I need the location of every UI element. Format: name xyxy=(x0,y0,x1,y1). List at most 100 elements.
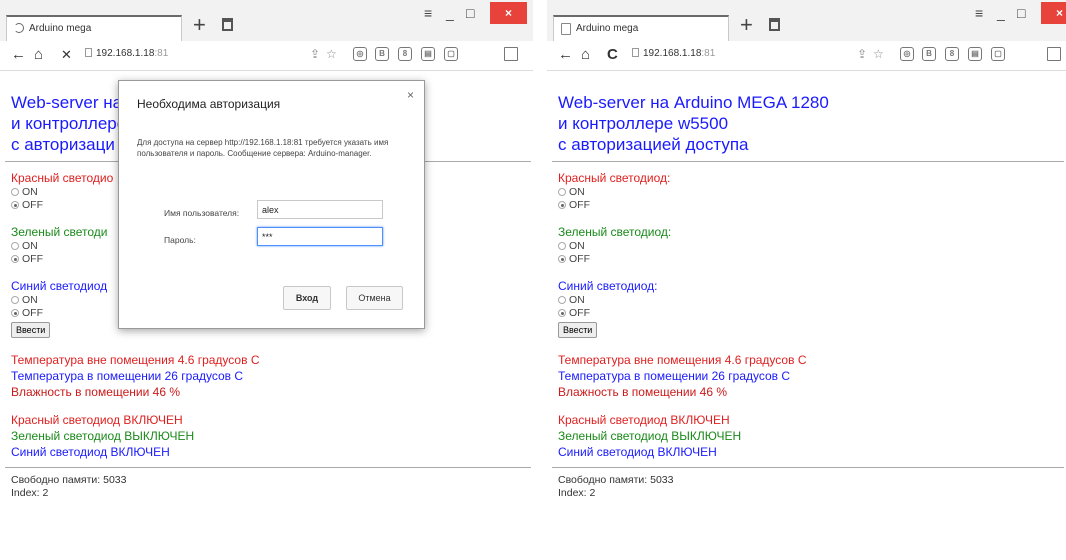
page-title-line: и контроллере w5500 xyxy=(558,114,729,133)
indoor-humidity: Влажность в помещении 46 % xyxy=(11,385,181,399)
radio-checked-icon[interactable] xyxy=(11,255,19,263)
sensor-readings: Температура вне помещения 4.6 градусов С… xyxy=(558,352,1058,400)
radio-checked-icon[interactable] xyxy=(558,255,566,263)
submit-button[interactable]: Ввести xyxy=(11,322,51,338)
radio-label: ON xyxy=(569,240,585,252)
login-button[interactable]: Вход xyxy=(283,286,331,310)
maximize-icon[interactable]: □ xyxy=(466,3,474,23)
blue-led-status: Синий светодиод ВКЛЮЧЕН xyxy=(11,445,170,459)
extension-icon[interactable]: 8 xyxy=(945,47,959,61)
radio-checked-icon[interactable] xyxy=(558,201,566,209)
menu-icon[interactable]: ≡ xyxy=(975,3,983,23)
green-led-status: Зеленый светодиод ВЫКЛЮЧЕН xyxy=(11,429,195,443)
radio-off[interactable]: OFF xyxy=(558,307,1058,320)
dialog-message: Для доступа на сервер http://192.168.1.1… xyxy=(137,138,389,158)
extension-icon[interactable]: ◎ xyxy=(353,47,367,61)
free-memory: Свободно памяти: 5033 xyxy=(558,474,674,486)
extension-icon[interactable]: ▢ xyxy=(444,47,458,61)
extension-icon[interactable]: ▤ xyxy=(421,47,435,61)
browser-tab[interactable]: Arduino mega xyxy=(553,15,729,41)
title-bar: Arduino mega + ≡ _ □ × xyxy=(547,0,1066,41)
index-value: Index: 2 xyxy=(558,487,596,499)
star-icon[interactable]: ☆ xyxy=(326,47,337,61)
divider xyxy=(552,467,1064,468)
maximize-icon[interactable]: □ xyxy=(1017,3,1025,23)
password-field[interactable] xyxy=(257,227,383,246)
username-field[interactable] xyxy=(257,200,383,219)
radio-label: ON xyxy=(22,294,38,306)
reload-icon[interactable]: C xyxy=(607,46,618,64)
tab-title: Arduino mega xyxy=(29,23,92,34)
home-icon[interactable]: ⌂ xyxy=(34,46,43,64)
home-icon[interactable]: ⌂ xyxy=(581,46,590,64)
radio-label: ON xyxy=(569,294,585,306)
radio-on[interactable]: ON xyxy=(558,186,1058,199)
led-status: Красный светодиод ВКЛЮЧЕН Зеленый светод… xyxy=(558,412,1058,460)
password-label: Пароль: xyxy=(164,235,196,245)
radio-icon[interactable] xyxy=(558,242,566,250)
radio-icon[interactable] xyxy=(558,188,566,196)
radio-icon[interactable] xyxy=(11,242,19,250)
close-icon[interactable]: × xyxy=(490,2,527,24)
tab-list-icon[interactable] xyxy=(769,18,780,31)
tab-list-icon[interactable] xyxy=(222,18,233,31)
radio-icon[interactable] xyxy=(11,188,19,196)
extension-b-icon[interactable]: B xyxy=(922,47,936,61)
extension-icon[interactable]: ◎ xyxy=(900,47,914,61)
chat-icon[interactable] xyxy=(1047,47,1061,61)
dialog-close-icon[interactable]: × xyxy=(407,88,414,102)
blue-led-label: Синий светодиод: xyxy=(558,279,658,293)
translate-icon[interactable]: ⇪ xyxy=(310,47,320,61)
red-led-label: Красный светодиод: xyxy=(558,171,671,185)
radio-label: OFF xyxy=(569,199,590,211)
dialog-title: Необходима авторизация xyxy=(137,97,281,111)
new-tab-icon[interactable]: + xyxy=(740,14,753,36)
submit-button[interactable]: Ввести xyxy=(558,322,598,338)
radio-label: ON xyxy=(569,186,585,198)
stop-icon[interactable]: ✕ xyxy=(61,46,72,64)
radio-checked-icon[interactable] xyxy=(558,309,566,317)
translate-icon[interactable]: ⇪ xyxy=(857,47,867,61)
radio-label: OFF xyxy=(569,307,590,319)
address-bar[interactable]: 192.168.1.18:81 xyxy=(85,48,168,59)
radio-on[interactable]: ON xyxy=(558,294,1058,307)
browser-window-right: Arduino mega + ≡ _ □ × ← ⌂ C 192.168.1.1… xyxy=(547,0,1066,560)
extension-icon[interactable]: ▤ xyxy=(968,47,982,61)
chat-icon[interactable] xyxy=(504,47,518,61)
browser-tab[interactable]: Arduino mega xyxy=(6,15,182,41)
divider xyxy=(5,467,531,468)
minimize-icon[interactable]: _ xyxy=(446,3,454,23)
page-content: Web-server на Arduino MEGA 1280 и контро… xyxy=(552,92,1064,500)
new-tab-icon[interactable]: + xyxy=(193,14,206,36)
username-label: Имя пользователя: xyxy=(164,208,240,218)
minimize-icon[interactable]: _ xyxy=(997,3,1005,23)
index-value: Index: 2 xyxy=(11,487,49,499)
radio-icon[interactable] xyxy=(558,296,566,304)
loading-spinner-icon xyxy=(14,23,24,33)
radio-icon[interactable] xyxy=(11,296,19,304)
extension-b-icon[interactable]: B xyxy=(375,47,389,61)
radio-off[interactable]: OFF xyxy=(558,253,1058,266)
star-icon[interactable]: ☆ xyxy=(873,47,884,61)
cancel-button[interactable]: Отмена xyxy=(346,286,403,310)
radio-label: OFF xyxy=(569,253,590,265)
menu-icon[interactable]: ≡ xyxy=(424,3,432,23)
back-icon[interactable]: ← xyxy=(558,46,573,64)
radio-off[interactable]: OFF xyxy=(558,199,1058,212)
back-icon[interactable]: ← xyxy=(11,46,26,64)
toolbar: ← ⌂ C 192.168.1.18:81 ⇪ ☆ ◎ B 8 ▤ ▢ xyxy=(547,41,1066,71)
green-led-label: Зеленый светодиод: xyxy=(558,225,672,239)
close-icon[interactable]: × xyxy=(1041,2,1066,24)
indoor-humidity: Влажность в помещении 46 % xyxy=(558,385,728,399)
radio-checked-icon[interactable] xyxy=(11,201,19,209)
extension-icon[interactable]: ▢ xyxy=(991,47,1005,61)
address-bar[interactable]: 192.168.1.18:81 xyxy=(632,48,715,59)
indoor-temp: Температура в помещении 26 градусов С xyxy=(11,369,244,383)
extension-icon[interactable]: 8 xyxy=(398,47,412,61)
tab-title: Arduino mega xyxy=(576,23,639,34)
radio-on[interactable]: ON xyxy=(558,240,1058,253)
radio-label: OFF xyxy=(22,307,43,319)
radio-checked-icon[interactable] xyxy=(11,309,19,317)
green-led-section: Зеленый светодиод: ON OFF xyxy=(558,224,1058,266)
led-status: Красный светодиод ВКЛЮЧЕН Зеленый светод… xyxy=(11,412,525,460)
